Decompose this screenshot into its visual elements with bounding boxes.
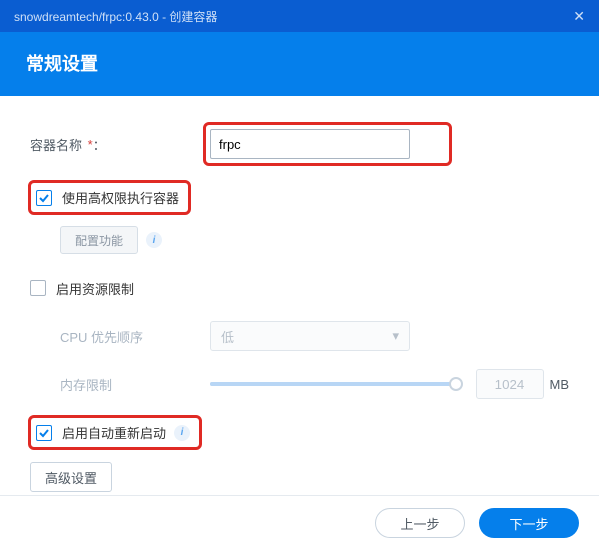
- auto-restart-label: 启用自动重新启动: [62, 423, 166, 442]
- check-icon: [38, 192, 50, 204]
- mem-limit-label: 内存限制: [60, 375, 210, 394]
- header: 常规设置: [0, 32, 599, 96]
- dialog-title: snowdreamtech/frpc:0.43.0 - 创建容器: [14, 8, 217, 25]
- info-icon[interactable]: i: [174, 425, 190, 441]
- row-mem-limit: 内存限制 MB: [30, 369, 569, 399]
- close-icon[interactable]: ✕: [573, 8, 585, 25]
- next-button[interactable]: 下一步: [479, 508, 579, 538]
- check-icon: [38, 427, 50, 439]
- cpu-priority-select[interactable]: 低 ▾: [210, 321, 410, 351]
- mem-limit-unit: MB: [550, 377, 570, 392]
- page-title: 常规设置: [26, 50, 573, 76]
- mem-limit-slider[interactable]: [210, 382, 462, 386]
- prev-button[interactable]: 上一步: [375, 508, 465, 538]
- config-features-button[interactable]: 配置功能: [60, 226, 138, 254]
- cpu-priority-label: CPU 优先顺序: [60, 327, 210, 346]
- auto-restart-checkbox[interactable]: [36, 425, 52, 441]
- row-advanced: 高级设置: [30, 462, 569, 492]
- container-name-label: 容器名称 *：: [30, 135, 210, 154]
- advanced-settings-button[interactable]: 高级设置: [30, 462, 112, 492]
- mem-limit-input[interactable]: [476, 369, 544, 399]
- resource-limit-checkbox[interactable]: [30, 280, 46, 296]
- title-bar: snowdreamtech/frpc:0.43.0 - 创建容器 ✕: [0, 0, 599, 32]
- high-priv-label: 使用高权限执行容器: [62, 188, 179, 207]
- high-priv-checkbox[interactable]: [36, 190, 52, 206]
- row-container-name: 容器名称 *：: [30, 124, 569, 164]
- chevron-down-icon: ▾: [392, 328, 399, 344]
- slider-thumb[interactable]: [449, 377, 463, 391]
- info-icon[interactable]: i: [146, 232, 162, 248]
- resource-limit-label: 启用资源限制: [56, 279, 134, 298]
- form-content: 容器名称 *： 使用高权限执行容器 配置功能 i 启用资源限制 CPU 优先顺序…: [0, 96, 599, 520]
- row-cpu-priority: CPU 优先顺序 低 ▾: [30, 321, 569, 351]
- row-resource-limit: 启用资源限制: [30, 273, 569, 303]
- row-config-btn: 配置功能 i: [30, 225, 569, 255]
- footer: 上一步 下一步: [0, 495, 599, 550]
- container-name-input[interactable]: [210, 129, 410, 159]
